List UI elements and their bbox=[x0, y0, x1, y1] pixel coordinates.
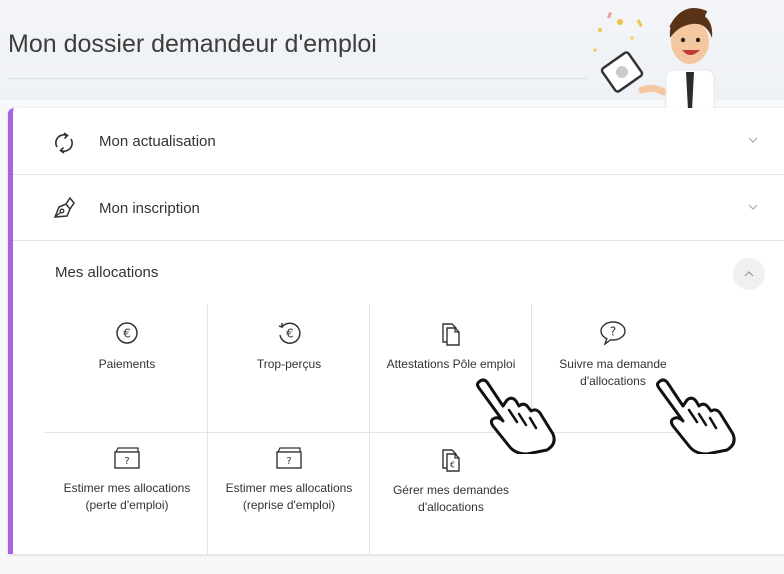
chevron-up-icon bbox=[744, 271, 754, 277]
chevron-down-icon[interactable] bbox=[748, 135, 758, 145]
pointing-hand-icon bbox=[656, 378, 736, 454]
accordion-item-allocations[interactable]: Mes allocations bbox=[13, 241, 784, 301]
documents-icon bbox=[442, 323, 460, 346]
svg-text:?: ? bbox=[286, 456, 291, 467]
grid-divider bbox=[369, 304, 370, 554]
header-divider bbox=[8, 78, 588, 79]
page-header: Mon dossier demandeur d'emploi bbox=[0, 0, 784, 110]
collapse-button[interactable] bbox=[733, 258, 765, 290]
estimate-card-icon: ? bbox=[276, 447, 302, 469]
chevron-down-icon[interactable] bbox=[748, 202, 758, 212]
svg-text:?: ? bbox=[610, 325, 616, 339]
page-title: Mon dossier demandeur d'emploi bbox=[8, 30, 377, 58]
tile-label: Attestations Pôle emploi bbox=[386, 357, 516, 371]
tile-estimer-reprise[interactable]: ? Estimer mes allocations (reprise d'emp… bbox=[209, 446, 369, 574]
accordion-item-actualisation[interactable]: Mon actualisation bbox=[13, 108, 784, 175]
accordion-item-label: Mon inscription bbox=[99, 200, 200, 217]
estimate-card-icon: ? bbox=[114, 447, 140, 469]
euro-documents-icon: € bbox=[442, 449, 460, 472]
accordion-item-label: Mon actualisation bbox=[99, 133, 216, 150]
refresh-icon bbox=[55, 132, 73, 154]
mascot-illustration bbox=[593, 8, 715, 110]
euro-circle-icon: € bbox=[116, 322, 138, 344]
tile-label: Gérer mes demandes d'allocations bbox=[392, 483, 510, 514]
tile-label: Trop-perçus bbox=[256, 357, 322, 371]
tile-estimer-perte[interactable]: ? Estimer mes allocations (perte d'emplo… bbox=[47, 446, 207, 574]
svg-text:€: € bbox=[450, 461, 455, 470]
accordion-item-label: Mes allocations bbox=[55, 264, 159, 281]
tile-label: Estimer mes allocations (reprise d'emplo… bbox=[225, 481, 353, 512]
tile-trop-percus[interactable]: € Trop-perçus bbox=[209, 320, 369, 448]
pen-icon bbox=[53, 196, 75, 218]
pointing-hand-icon bbox=[476, 378, 556, 454]
svg-text:€: € bbox=[286, 327, 294, 341]
euro-refund-icon: € bbox=[278, 322, 301, 344]
question-bubble-icon: ? bbox=[600, 321, 626, 346]
svg-text:?: ? bbox=[124, 456, 129, 467]
tile-label: Estimer mes allocations (perte d'emploi) bbox=[63, 481, 191, 512]
tile-label: Paiements bbox=[98, 357, 156, 371]
grid-divider bbox=[207, 304, 208, 554]
tile-gerer-demandes[interactable]: € Gérer mes demandes d'allocations bbox=[371, 446, 531, 574]
svg-text:€: € bbox=[123, 327, 131, 341]
accordion-item-inscription[interactable]: Mon inscription bbox=[13, 175, 784, 241]
tile-paiements[interactable]: € Paiements bbox=[47, 320, 207, 448]
dossier-panel: Mon actualisation Mon inscription Mes al… bbox=[8, 108, 784, 554]
